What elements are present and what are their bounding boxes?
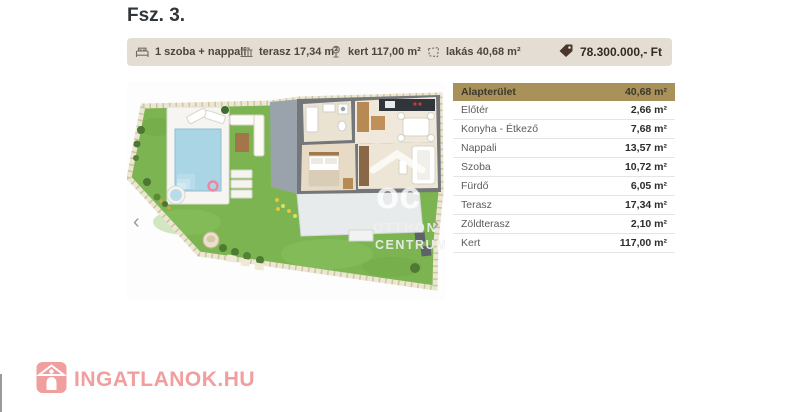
carousel-next-button[interactable]: ›	[432, 216, 439, 232]
row-label: Fürdő	[461, 180, 488, 192]
info-garden-label: kert 117,00 m²	[348, 46, 421, 58]
row-label: Nappali	[461, 142, 497, 154]
table-row: Kert 117,00 m²	[453, 234, 675, 253]
price-value: 78.300.000,- Ft	[580, 45, 662, 59]
header-label: Alapterület	[461, 86, 516, 98]
info-garden: kert 117,00 m²	[329, 38, 421, 66]
rooms-icon	[135, 45, 150, 59]
watermark-initials: oc	[376, 175, 420, 217]
watermark-line1: OTTHON	[373, 221, 438, 235]
watermark-line2: CENTRUM	[375, 238, 445, 252]
info-rooms: 1 szoba + nappali	[135, 38, 246, 66]
info-flat-area-label: lakás 40,68 m²	[446, 46, 521, 58]
row-label: Kert	[461, 237, 480, 249]
row-label: Szoba	[461, 161, 491, 173]
info-terrace: terasz 17,34 m²	[239, 38, 338, 66]
floorplan-image: oc OTTHON CENTRUM ‹ ›	[127, 82, 445, 300]
price: 78.300.000,- Ft	[558, 38, 662, 66]
info-flat-area: lakás 40,68 m²	[426, 38, 521, 66]
table-row: Szoba 10,72 m²	[453, 158, 675, 177]
row-value: 17,34 m²	[625, 199, 667, 211]
page-title: Fsz. 3.	[127, 5, 185, 27]
ingatlanok-logo-text: INGATLANOK.HU	[74, 368, 255, 392]
area-icon	[426, 45, 441, 59]
table-row: Nappali 13,57 m²	[453, 139, 675, 158]
header-value: 40,68 m²	[625, 86, 667, 98]
row-label: Előtér	[461, 104, 488, 116]
row-value: 7,68 m²	[631, 123, 667, 135]
row-label: Terasz	[461, 199, 492, 211]
row-value: 10,72 m²	[625, 161, 667, 173]
info-terrace-label: terasz 17,34 m²	[259, 46, 338, 58]
row-value: 2,10 m²	[631, 218, 667, 230]
carousel-prev-button[interactable]: ‹	[133, 214, 140, 230]
row-value: 13,57 m²	[625, 142, 667, 154]
terrace-icon	[239, 45, 254, 59]
table-row: Zöldterasz 2,10 m²	[453, 215, 675, 234]
row-label: Konyha - Étkező	[461, 123, 538, 135]
row-value: 117,00 m²	[620, 237, 667, 249]
area-table: Alapterület 40,68 m² Előtér 2,66 m² Kony…	[453, 83, 675, 253]
row-value: 6,05 m²	[631, 180, 667, 192]
ingatlanok-logo: INGATLANOK.HU	[36, 361, 255, 399]
table-row: Konyha - Étkező 7,68 m²	[453, 120, 675, 139]
floorplan-drawing: oc OTTHON CENTRUM	[127, 82, 445, 300]
row-label: Zöldterasz	[461, 218, 510, 230]
table-row: Előtér 2,66 m²	[453, 101, 675, 120]
area-table-header: Alapterület 40,68 m²	[453, 83, 675, 101]
row-value: 2,66 m²	[631, 104, 667, 116]
listing-page: Fsz. 3. 1 szoba + nappali	[0, 0, 800, 412]
price-tag-icon	[558, 43, 574, 61]
table-row: Fürdő 6,05 m²	[453, 177, 675, 196]
garden-icon	[329, 45, 343, 59]
ingatlanok-house-icon	[36, 361, 67, 399]
info-rooms-label: 1 szoba + nappali	[155, 46, 246, 58]
page-edge-line	[0, 374, 2, 412]
table-row: Terasz 17,34 m²	[453, 196, 675, 215]
property-info-bar: 1 szoba + nappali terasz 17,34 m² kert 1…	[127, 38, 672, 66]
